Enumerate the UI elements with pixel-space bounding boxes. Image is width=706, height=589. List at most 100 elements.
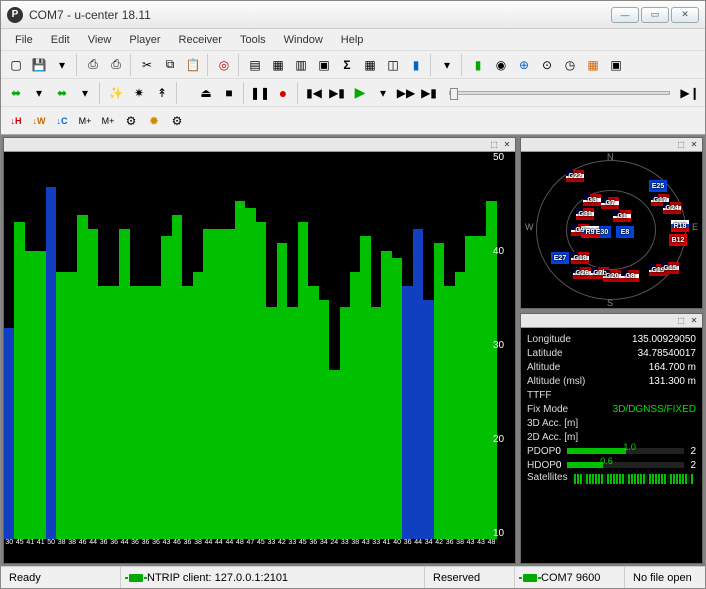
menu-player[interactable]: Player	[121, 32, 168, 48]
packet-view-icon[interactable]: ▥	[290, 54, 312, 76]
aiding-plus2-icon[interactable]: M+	[97, 110, 119, 132]
antenna-icon[interactable]: ↟	[151, 82, 173, 104]
sat-marker: G24	[663, 202, 681, 214]
dropdown-icon[interactable]: ▾	[51, 54, 73, 76]
wand-icon[interactable]: ✨	[105, 82, 127, 104]
sat-marker: G3	[583, 194, 601, 206]
ffwd-icon[interactable]: ▶▶	[395, 82, 417, 104]
print-preview-icon[interactable]: ⎙	[105, 54, 127, 76]
panel-close-icon[interactable]: ✕	[689, 140, 699, 150]
sat-sky-icon[interactable]: ◉	[490, 54, 512, 76]
ntrip-connected-icon	[129, 574, 143, 582]
sat-level-icon[interactable]: ▮	[467, 54, 489, 76]
signal-bar	[277, 243, 287, 539]
playback-slider[interactable]	[449, 91, 670, 95]
msg-view-icon[interactable]: ▤	[244, 54, 266, 76]
gear-icon[interactable]: ⚙	[120, 110, 142, 132]
fixmode-label: Fix Mode	[527, 404, 568, 415]
table-view-icon[interactable]: ▦	[359, 54, 381, 76]
menu-view[interactable]: View	[80, 32, 120, 48]
maximize-button[interactable]: ▭	[641, 7, 669, 23]
hotstart-icon[interactable]: ↓H	[5, 110, 27, 132]
eject-icon[interactable]: ⏏	[195, 82, 217, 104]
skip-end-icon[interactable]: ▶▮	[418, 82, 440, 104]
warmstart-icon[interactable]: ↓W	[28, 110, 50, 132]
connect-icon[interactable]: ⬌	[5, 82, 27, 104]
signal-bar	[46, 187, 56, 539]
content-area: ⬚ ✕ 50 40 30 20 10 304541415038384644363…	[1, 135, 705, 566]
status-file: No file open	[625, 567, 705, 588]
panel-close-icon[interactable]: ✕	[689, 316, 699, 326]
copy-icon[interactable]: ⧉	[159, 54, 181, 76]
coldstart-icon[interactable]: ↓C	[51, 110, 73, 132]
menu-edit[interactable]: Edit	[43, 32, 78, 48]
connect-dropdown-icon[interactable]: ▾	[28, 82, 50, 104]
pdop-bar: 1.0	[567, 448, 685, 454]
signal-bar	[340, 307, 350, 539]
status-port: COM7 9600	[515, 567, 625, 588]
frame-fwd-icon[interactable]: ▶▮	[326, 82, 348, 104]
compass-icon[interactable]: ⊙	[536, 54, 558, 76]
panel-pin-icon[interactable]: ⬚	[489, 140, 499, 150]
bug-icon[interactable]: ✷	[128, 82, 150, 104]
record-icon[interactable]: ●	[272, 82, 294, 104]
aiding-plus-icon[interactable]: M+	[74, 110, 96, 132]
clock-icon[interactable]: ◷	[559, 54, 581, 76]
gear-save-icon[interactable]: ⚙	[166, 110, 188, 132]
menu-receiver[interactable]: Receiver	[171, 32, 230, 48]
stats-view-icon[interactable]: Σ	[336, 54, 358, 76]
signal-bar	[67, 272, 77, 539]
print-icon[interactable]: ⎙	[82, 54, 104, 76]
stop-icon[interactable]: ■	[218, 82, 240, 104]
signal-bar	[266, 307, 276, 539]
panel-pin-icon[interactable]: ⬚	[676, 316, 686, 326]
menu-file[interactable]: File	[7, 32, 41, 48]
pause-icon[interactable]: ❚❚	[249, 82, 271, 104]
baud-dropdown-icon[interactable]: ▾	[74, 82, 96, 104]
signal-bar	[151, 286, 161, 539]
dropdown-play-icon[interactable]: ▾	[372, 82, 394, 104]
longitude-label: Longitude	[527, 334, 571, 345]
play-icon[interactable]: ▶	[349, 82, 371, 104]
baud-icon[interactable]: ⬌	[51, 82, 73, 104]
world-icon[interactable]: ⊕	[513, 54, 535, 76]
grid-icon[interactable]: ▦	[582, 54, 604, 76]
signal-bar	[161, 236, 171, 539]
text-view-icon[interactable]: ▦	[267, 54, 289, 76]
menu-tools[interactable]: Tools	[232, 32, 274, 48]
paste-icon[interactable]: 📋	[182, 54, 204, 76]
skip-last-icon[interactable]: ▶❙	[679, 82, 701, 104]
menu-window[interactable]: Window	[276, 32, 331, 48]
signal-bar	[140, 286, 150, 539]
gear-sun-icon[interactable]: ✹	[143, 110, 165, 132]
compass-s: S	[607, 298, 613, 308]
minimize-button[interactable]: —	[611, 7, 639, 23]
signal-bar	[203, 229, 213, 539]
signal-bar	[486, 201, 496, 539]
sat-marker: E25	[649, 180, 667, 192]
menubar: File Edit View Player Receiver Tools Win…	[1, 29, 705, 51]
chip-icon[interactable]: ▣	[605, 54, 627, 76]
menu-help[interactable]: Help	[333, 32, 372, 48]
port-connected-icon	[523, 574, 537, 582]
ttff-label: TTFF	[527, 390, 551, 401]
signal-bar	[465, 236, 475, 539]
target-icon[interactable]: ◎	[213, 54, 235, 76]
histogram-icon[interactable]: ▮	[405, 54, 427, 76]
altitude-msl-label: Altitude (msl)	[527, 376, 585, 387]
new-icon[interactable]: ▢	[5, 54, 27, 76]
save-icon[interactable]: 💾	[28, 54, 50, 76]
step-back-icon[interactable]: ▮◀	[303, 82, 325, 104]
close-button[interactable]: ✕	[671, 7, 699, 23]
binary-view-icon[interactable]: ▣	[313, 54, 335, 76]
signal-bar	[308, 286, 318, 539]
fixmode-value: 3D/DGNSS/FIXED	[613, 404, 696, 415]
panel-pin-icon[interactable]: ⬚	[676, 140, 686, 150]
dropdown-2-icon[interactable]: ▾	[436, 54, 458, 76]
signal-bar	[35, 251, 45, 539]
cut-icon[interactable]: ✂	[136, 54, 158, 76]
status-ntrip: NTRIP client: 127.0.0.1:2101	[121, 567, 425, 588]
skyview-header: ⬚ ✕	[521, 138, 702, 152]
chart-view-icon[interactable]: ◫	[382, 54, 404, 76]
panel-close-icon[interactable]: ✕	[502, 140, 512, 150]
